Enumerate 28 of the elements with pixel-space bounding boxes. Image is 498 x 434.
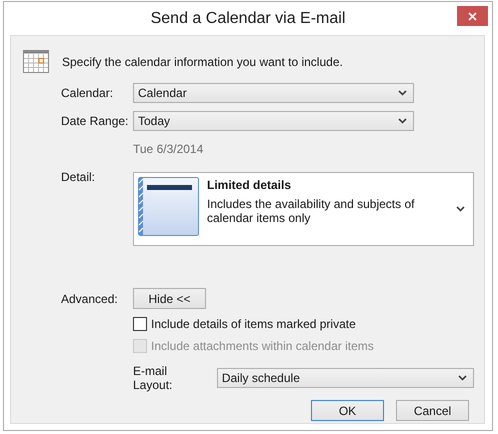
chevron-down-icon (456, 206, 465, 212)
field-label: Calendar: (61, 86, 114, 100)
field-label: E-mail Layout: (133, 364, 174, 392)
calendar-icon (23, 50, 49, 73)
checkbox[interactable] (133, 317, 147, 331)
ok-button[interactable]: OK (311, 400, 384, 421)
dropdown[interactable]: Calendar (133, 83, 414, 103)
detail-description: Includes the availability and subjects of calendar items only (207, 197, 416, 225)
calendar-detail-drawing (138, 177, 199, 236)
date-text: Tue 6/3/2014 (133, 142, 204, 156)
chevron-down-icon (398, 118, 407, 124)
detail-dropdown[interactable]: Limited details Includes the availability and subjects of calendar items only (133, 172, 474, 246)
close-button[interactable] (457, 6, 488, 26)
chevron-down-icon (458, 375, 467, 381)
field-label: Advanced: (61, 292, 119, 306)
hide-button[interactable]: Hide << (133, 288, 206, 309)
instruction-text: Specify the calendar information you want to include. (62, 54, 343, 68)
dropdown[interactable]: Today (133, 111, 414, 131)
checkbox-label: Include attachments within calendar items (151, 339, 374, 353)
field-label: Date Range: (61, 114, 130, 128)
window-title: Send a Calendar via E-mail (150, 9, 346, 28)
chevron-down-icon (398, 90, 407, 96)
field-label: Detail: (61, 170, 96, 184)
checkbox-label: Include details of items marked private (151, 317, 356, 331)
cancel-button[interactable]: Cancel (396, 400, 469, 421)
dropdown[interactable]: Daily schedule (216, 368, 474, 388)
close-icon (468, 12, 477, 20)
detail-title: Limited details (207, 178, 292, 192)
